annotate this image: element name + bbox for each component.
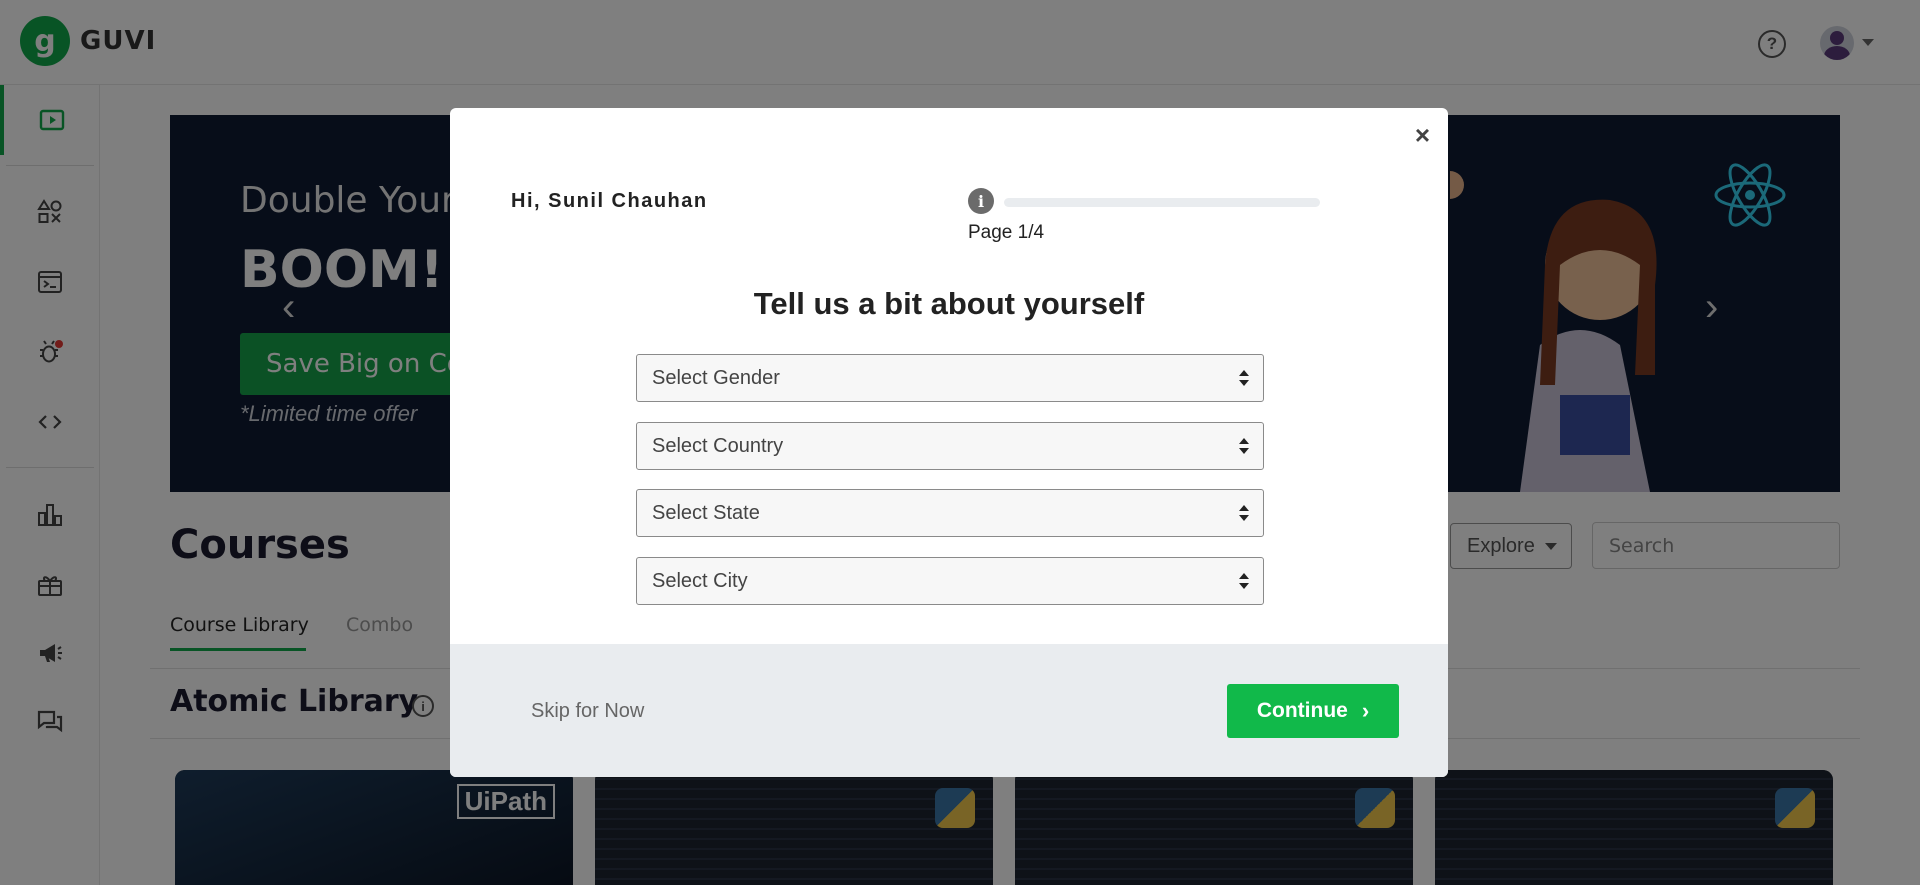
modal-footer: Skip for Now Continue › — [450, 644, 1448, 777]
close-icon[interactable]: × — [1415, 120, 1430, 151]
onboarding-modal: × Hi, Sunil Chauhan i Page 1/4 Tell us a… — [450, 108, 1448, 777]
continue-button[interactable]: Continue › — [1227, 684, 1399, 738]
state-select[interactable]: Select State — [636, 489, 1264, 537]
country-select-value: Select Country — [652, 434, 784, 457]
modal-heading: Tell us a bit about yourself — [753, 286, 1145, 321]
city-select-value: Select City — [652, 569, 748, 592]
progress-bar — [1004, 198, 1320, 207]
gender-select-value: Select Gender — [652, 366, 780, 389]
continue-button-label: Continue — [1256, 699, 1348, 722]
info-icon[interactable]: i — [968, 188, 994, 214]
select-arrows-icon — [1239, 505, 1249, 523]
skip-button[interactable]: Skip for Now — [531, 700, 644, 723]
city-select[interactable]: Select City — [636, 557, 1264, 605]
select-arrows-icon — [1239, 370, 1249, 388]
select-arrows-icon — [1239, 438, 1249, 456]
select-arrows-icon — [1239, 573, 1249, 591]
greeting-text: Hi, Sunil Chauhan — [511, 190, 708, 212]
country-select[interactable]: Select Country — [636, 422, 1264, 470]
state-select-value: Select State — [652, 501, 760, 524]
chevron-right-icon: › — [1361, 698, 1370, 723]
gender-select[interactable]: Select Gender — [636, 354, 1264, 402]
page-indicator: Page 1/4 — [968, 222, 1045, 243]
